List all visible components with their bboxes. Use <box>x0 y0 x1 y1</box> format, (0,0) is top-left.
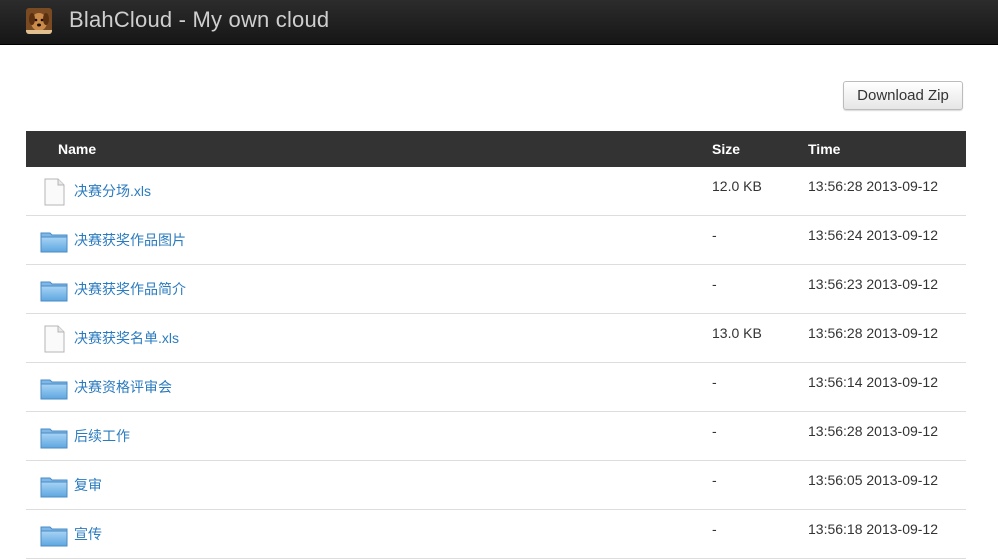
table-row[interactable]: 宣传 - 13:56:18 2013-09-12 <box>26 510 966 559</box>
folder-icon <box>40 227 68 255</box>
file-size: - <box>712 276 717 292</box>
file-size: 12.0 KB <box>712 178 762 194</box>
app-header: BlahCloud - My own cloud <box>0 0 998 45</box>
folder-icon <box>40 521 68 549</box>
file-size: 13.0 KB <box>712 325 762 341</box>
modified-time: 13:56:18 2013-09-12 <box>808 521 938 537</box>
file-size: - <box>712 374 717 390</box>
table-row[interactable]: 决赛获奖作品图片 - 13:56:24 2013-09-12 <box>26 216 966 265</box>
file-icon <box>40 325 68 353</box>
folder-link[interactable]: 宣传 <box>74 524 102 544</box>
file-link[interactable]: 决赛获奖名单.xls <box>74 328 179 348</box>
modified-time: 13:56:23 2013-09-12 <box>808 276 938 292</box>
file-size: - <box>712 423 717 439</box>
folder-link[interactable]: 复审 <box>74 475 102 495</box>
modified-time: 13:56:05 2013-09-12 <box>808 472 938 488</box>
modified-time: 13:56:28 2013-09-12 <box>808 178 938 194</box>
folder-icon <box>40 423 68 451</box>
dog-avatar-icon[interactable] <box>26 8 52 34</box>
table-row[interactable]: 后续工作 - 13:56:28 2013-09-12 <box>26 412 966 461</box>
modified-time: 13:56:14 2013-09-12 <box>808 374 938 390</box>
app-title: BlahCloud - My own cloud <box>69 7 330 32</box>
folder-link[interactable]: 决赛资格评审会 <box>74 377 172 397</box>
download-zip-button[interactable]: Download Zip <box>843 81 963 110</box>
file-size: - <box>712 521 717 537</box>
column-header-time[interactable]: Time <box>808 131 840 167</box>
file-size: - <box>712 227 717 243</box>
modified-time: 13:56:28 2013-09-12 <box>808 423 938 439</box>
folder-link[interactable]: 后续工作 <box>74 426 130 446</box>
table-row[interactable]: 决赛获奖名单.xls 13.0 KB 13:56:28 2013-09-12 <box>26 314 966 363</box>
file-table: Name Size Time 决赛分场.xls 12.0 KB 13:56:28 2… <box>26 131 966 559</box>
column-header-name[interactable]: Name <box>58 131 96 167</box>
folder-icon <box>40 472 68 500</box>
table-row[interactable]: 决赛分场.xls 12.0 KB 13:56:28 2013-09-12 <box>26 167 966 216</box>
table-row[interactable]: 复审 - 13:56:05 2013-09-12 <box>26 461 966 510</box>
file-link[interactable]: 决赛分场.xls <box>74 181 151 201</box>
file-icon <box>40 178 68 206</box>
modified-time: 13:56:24 2013-09-12 <box>808 227 938 243</box>
file-size: - <box>712 472 717 488</box>
folder-link[interactable]: 决赛获奖作品简介 <box>74 279 186 299</box>
table-header: Name Size Time <box>26 131 966 167</box>
table-row[interactable]: 决赛获奖作品简介 - 13:56:23 2013-09-12 <box>26 265 966 314</box>
table-row[interactable]: 决赛资格评审会 - 13:56:14 2013-09-12 <box>26 363 966 412</box>
folder-icon <box>40 276 68 304</box>
modified-time: 13:56:28 2013-09-12 <box>808 325 938 341</box>
folder-link[interactable]: 决赛获奖作品图片 <box>74 230 186 250</box>
column-header-size[interactable]: Size <box>712 131 740 167</box>
folder-icon <box>40 374 68 402</box>
table-body: 决赛分场.xls 12.0 KB 13:56:28 2013-09-12 决赛获奖作品… <box>26 167 966 559</box>
